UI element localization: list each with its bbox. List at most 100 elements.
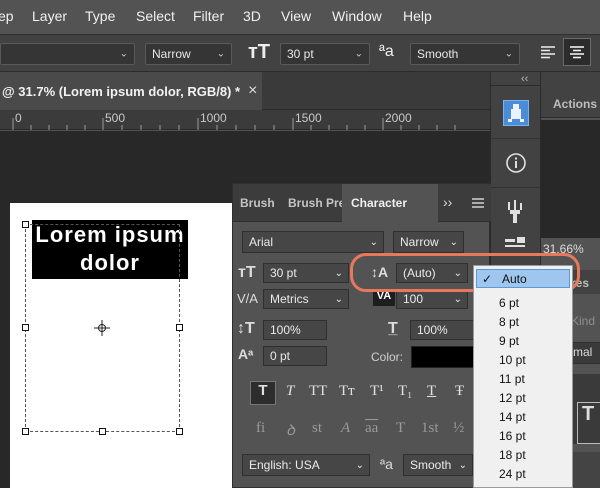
horizontal-scale-icon: T̲	[388, 320, 398, 337]
tab-character[interactable]: Character	[342, 184, 438, 222]
collapse-panels-icon[interactable]: ‹‹	[521, 73, 528, 85]
leading-option[interactable]: 8 pt	[474, 312, 572, 331]
strikethrough-button[interactable]: Ŧ	[455, 383, 464, 400]
tab-brush-presets[interactable]: Brush Pre	[288, 184, 345, 222]
faux-bold-button[interactable]: T	[250, 381, 276, 405]
leading-option[interactable]: 16 pt	[474, 426, 572, 445]
layer-thumbnail-t-icon: T	[577, 402, 600, 444]
leading-option[interactable]: 6 pt	[474, 293, 572, 312]
menu-3d[interactable]: 3D	[243, 8, 261, 24]
menu-window[interactable]: Window	[332, 8, 382, 24]
align-left-icon[interactable]	[538, 42, 558, 62]
font-family-select[interactable]: Arial ⌄	[242, 231, 384, 253]
tab-brush[interactable]: Brush	[240, 184, 275, 222]
all-caps-button[interactable]: TT	[309, 383, 327, 400]
transform-handle[interactable]	[176, 428, 183, 435]
menu-view[interactable]: View	[281, 8, 311, 24]
small-caps-button[interactable]: Tт	[339, 383, 355, 400]
transform-handle[interactable]	[176, 324, 183, 331]
options-bar: ⌄ Narrow ⌄ тT 30 pt ⌄ ªa Smooth ⌄	[0, 34, 600, 72]
leading-option[interactable]: 12 pt	[474, 388, 572, 407]
baseline-shift-input[interactable]: 0 pt	[263, 346, 327, 366]
check-icon: ✓	[482, 271, 493, 286]
info-icon[interactable]	[505, 152, 527, 174]
old-style-button[interactable]: ꝺ	[286, 420, 295, 440]
document-tab[interactable]: @ 31.7% (Lorem ipsum dolor, RGB/8) * ×	[0, 72, 262, 110]
horizontal-ruler: 0 500 1000 1500 2000	[0, 110, 490, 130]
vertical-scale-icon: ↕T	[237, 320, 255, 337]
chevron-down-icon: ⌄	[216, 48, 225, 60]
chevron-down-icon: ⌄	[354, 48, 363, 60]
font-size-select[interactable]: 30 pt ⌄	[263, 263, 349, 283]
navigator-thumbnail	[541, 120, 600, 238]
transform-handle[interactable]	[22, 428, 29, 435]
kerning-icon: V/A	[237, 291, 258, 306]
subscript-button[interactable]: T₁	[398, 383, 412, 400]
chevron-down-icon: ⌄	[119, 48, 128, 60]
antialias-dropdown[interactable]: Smooth ⌄	[410, 43, 520, 65]
dock-separator	[491, 85, 541, 86]
menu-type[interactable]: Type	[85, 8, 115, 24]
underline-button[interactable]: T	[427, 383, 436, 400]
ruler-ticks	[12, 118, 456, 130]
document-canvas[interactable]: Lorem ipsum dolor	[10, 203, 232, 488]
panel-overflow-icon[interactable]: ››	[443, 194, 452, 210]
font-size-dropdown[interactable]: 30 pt ⌄	[280, 43, 370, 65]
transform-handle[interactable]	[99, 428, 106, 435]
ordinals-button[interactable]: 1st	[421, 420, 439, 437]
faux-italic-button[interactable]: T	[286, 383, 294, 400]
font-family-dropdown[interactable]: ⌄	[0, 43, 135, 65]
antialias-icon: ªa	[379, 43, 394, 60]
menu-filter[interactable]: Filter	[193, 8, 224, 24]
dock-separator	[491, 138, 541, 139]
leading-option[interactable]: 24 pt	[474, 464, 572, 483]
leading-option[interactable]: 10 pt	[474, 350, 572, 369]
horizontal-scale-input[interactable]: 100%	[410, 320, 474, 340]
menu-help[interactable]: Help	[403, 8, 432, 24]
history-brush-icon[interactable]	[503, 100, 529, 126]
kerning-select[interactable]: Metrics ⌄	[263, 289, 349, 309]
filter-kind-label[interactable]: Kind	[571, 314, 595, 328]
swash-button[interactable]: A	[341, 420, 350, 437]
panel-menu-icon[interactable]	[471, 196, 485, 210]
antialias-icon: ªa	[380, 456, 393, 472]
tracking-icon: VA	[373, 290, 395, 306]
menu-edit[interactable]: ep	[0, 8, 14, 24]
antialias-select[interactable]: Smooth ⌄	[403, 454, 473, 476]
leading-option[interactable]: 11 pt	[474, 369, 572, 388]
close-icon[interactable]: ×	[248, 82, 257, 100]
menu-select[interactable]: Select	[136, 8, 175, 24]
vertical-scale-input[interactable]: 100%	[263, 320, 327, 340]
leading-option[interactable]: 9 pt	[474, 331, 572, 350]
font-size-icon: тT	[238, 264, 256, 281]
tracking-select[interactable]: 100 ⌄	[396, 289, 468, 309]
dock-separator	[491, 187, 541, 188]
discretionary-ligatures-button[interactable]: st	[312, 420, 322, 437]
stylistic-alternates-button[interactable]: aa	[365, 420, 378, 437]
antialias-value: Smooth	[417, 47, 459, 61]
leading-dropdown-menu: ✓ Auto 6 pt 8 pt 9 pt 10 pt 11 pt 12 pt …	[473, 265, 573, 488]
document-tab-title: @ 31.7% (Lorem ipsum dolor, RGB/8) *	[2, 83, 241, 99]
character-panel: Brush Brush Pre Character ›› Arial ⌄ Narr…	[232, 183, 491, 488]
leading-option-auto[interactable]: ✓ Auto	[476, 269, 570, 288]
language-select[interactable]: English: USA ⌄	[242, 454, 370, 476]
font-style-select[interactable]: Narrow ⌄	[393, 231, 464, 253]
leading-option[interactable]: 18 pt	[474, 445, 572, 464]
superscript-button[interactable]: T¹	[370, 383, 384, 400]
chevron-down-icon: ⌄	[504, 48, 513, 60]
font-style-dropdown[interactable]: Narrow ⌄	[145, 43, 232, 65]
leading-option[interactable]: 14 pt	[474, 407, 572, 426]
text-color-swatch[interactable]	[411, 346, 475, 368]
font-size-icon: тT	[248, 41, 271, 63]
transform-handle[interactable]	[22, 324, 29, 331]
align-center-icon[interactable]	[563, 38, 591, 66]
font-size-value: 30 pt	[287, 47, 314, 61]
titling-alternates-button[interactable]: T	[396, 420, 405, 437]
fractions-button[interactable]: ½	[453, 420, 464, 437]
transform-handle[interactable]	[22, 221, 29, 228]
brushes-icon[interactable]	[506, 200, 526, 224]
ligatures-button[interactable]: fi	[256, 420, 265, 437]
menu-layer[interactable]: Layer	[32, 8, 67, 24]
actions-tab[interactable]: Actions	[553, 97, 597, 111]
brush-settings-icon[interactable]	[503, 235, 529, 251]
